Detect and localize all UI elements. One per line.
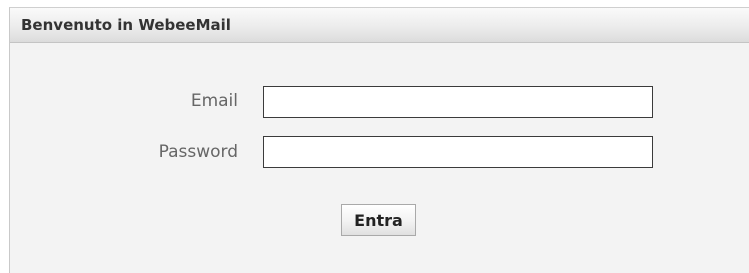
login-panel: Benvenuto in WebeeMail Email Password En… <box>9 7 749 273</box>
password-field[interactable] <box>263 136 653 168</box>
panel-header: Benvenuto in WebeeMail <box>10 8 749 43</box>
login-button[interactable]: Entra <box>341 204 416 236</box>
panel-title: Benvenuto in WebeeMail <box>21 16 231 34</box>
email-label: Email <box>190 91 238 111</box>
password-label: Password <box>158 142 238 162</box>
email-field[interactable] <box>263 86 653 118</box>
